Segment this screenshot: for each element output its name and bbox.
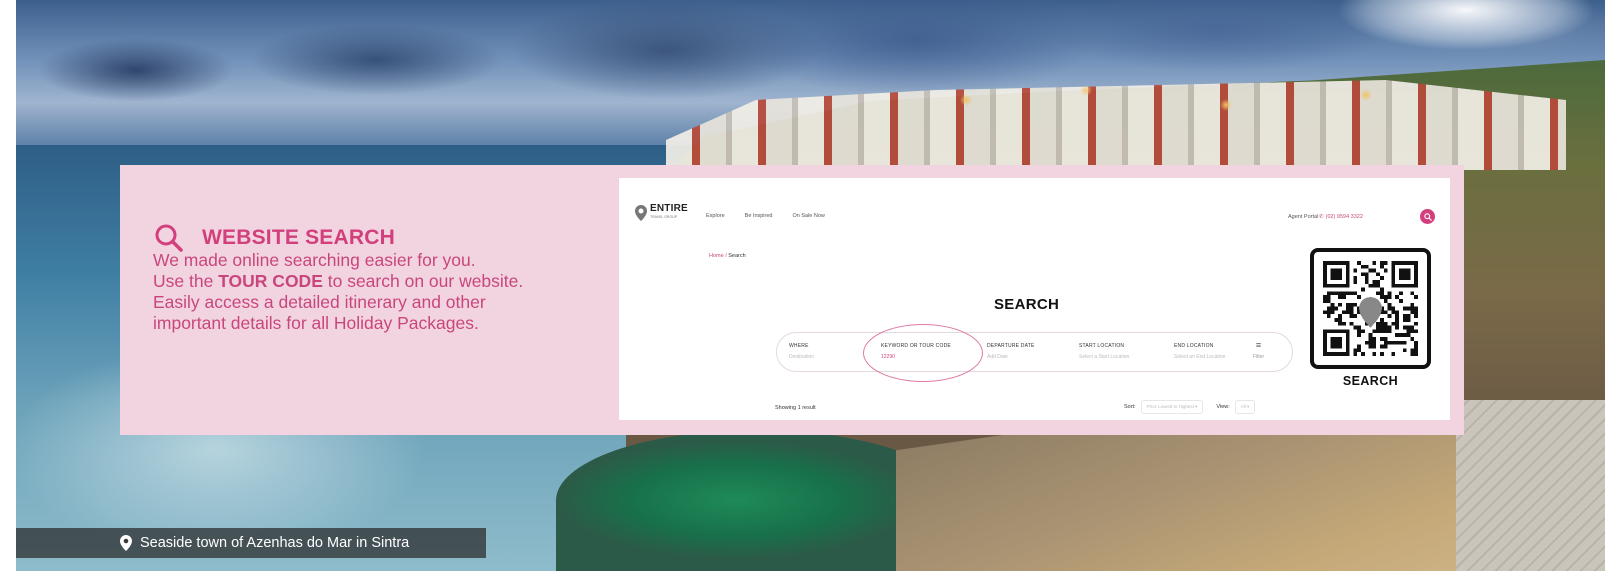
- phone-number: (02) 9594 3322: [1325, 214, 1363, 220]
- description-line-2: Use the TOUR CODE to search on our websi…: [153, 271, 603, 292]
- description-line-4: important details for all Holiday Packag…: [153, 313, 479, 333]
- phone-icon: ✆: [1319, 214, 1324, 220]
- site-logo: ENTIRE TRAVEL GROUP: [635, 204, 688, 222]
- map-pin-icon: [120, 535, 132, 551]
- field-label: DEPARTURE DATE: [987, 343, 1035, 349]
- breadcrumb-home[interactable]: Home: [709, 253, 724, 259]
- sort-label: Sort:: [1124, 404, 1136, 410]
- photo-caption: Seaside town of Azenhas do Mar in Sintra: [16, 528, 486, 558]
- panel-description: We made online searching easier for you.…: [153, 250, 603, 334]
- field-label: START LOCATION: [1079, 343, 1125, 349]
- site-search-button[interactable]: [1420, 209, 1435, 224]
- logo-wordmark: ENTIRE: [650, 203, 688, 214]
- field-value: Select a Start Location: [1079, 354, 1130, 360]
- panel-heading: WEBSITE SEARCH: [154, 223, 395, 253]
- breadcrumb: Home / Search: [709, 253, 746, 259]
- field-value: Add Date: [987, 354, 1008, 360]
- results-count: Showing 1 result: [775, 405, 816, 411]
- nav-on-sale-now[interactable]: On Sale Now: [792, 213, 824, 219]
- filter-icon: ≡: [1255, 340, 1262, 350]
- qr-code[interactable]: [1310, 248, 1431, 369]
- line2-prefix: Use the: [153, 271, 219, 291]
- filter-button[interactable]: ≡ Filter: [1253, 340, 1265, 361]
- search-field-departure-date[interactable]: DEPARTURE DATE Add Date: [987, 343, 1035, 360]
- search-field-start-location[interactable]: START LOCATION Select a Start Location: [1079, 343, 1129, 360]
- field-value: Select an End Location: [1174, 354, 1226, 360]
- breadcrumb-current: Search: [728, 253, 746, 259]
- sort-controls: Sort: Price Lowest to Highest ▾ View: Al…: [1124, 400, 1256, 414]
- description-line-1: We made online searching easier for you.: [153, 250, 476, 270]
- agent-portal-link[interactable]: Agent Portal: [1288, 214, 1318, 220]
- field-label: END LOCATION: [1174, 343, 1214, 349]
- qr-label: SEARCH: [1342, 374, 1399, 388]
- search-icon: [1423, 212, 1432, 221]
- view-select[interactable]: All ▾: [1234, 400, 1256, 414]
- description-line-3: Easily access a detailed itinerary and o…: [153, 292, 486, 312]
- caption-text: Seaside town of Azenhas do Mar in Sintra: [140, 535, 410, 551]
- field-value: Destination: [789, 354, 815, 360]
- search-bar: WHERE Destination KEYWORD OR TOUR CODE 1…: [776, 332, 1293, 372]
- qr-code-image: [1323, 261, 1418, 356]
- sky-glow: [1316, 0, 1605, 60]
- logo-pin-icon: [635, 205, 647, 221]
- search-field-end-location[interactable]: END LOCATION Select an End Location: [1174, 343, 1225, 360]
- nav-be-inspired[interactable]: Be Inspired: [745, 213, 773, 219]
- tour-code-highlight: [863, 324, 983, 382]
- field-label: WHERE: [789, 343, 809, 349]
- view-label: View:: [1216, 404, 1230, 410]
- logo-tagline: TRAVEL GROUP: [650, 215, 678, 219]
- search-field-where[interactable]: WHERE Destination: [789, 343, 814, 360]
- line2-suffix: to search on our website.: [322, 271, 524, 291]
- tour-code-emphasis: TOUR CODE: [218, 271, 323, 291]
- nav-explore[interactable]: Explore: [706, 213, 725, 219]
- search-icon: [155, 224, 183, 252]
- site-nav: Explore Be Inspired On Sale Now: [706, 213, 825, 219]
- panel-title: WEBSITE SEARCH: [202, 226, 395, 249]
- page-title: SEARCH: [994, 296, 1060, 313]
- sort-select[interactable]: Price Lowest to Highest ▾: [1140, 400, 1204, 414]
- stone-walkway: [1456, 400, 1605, 571]
- phone-link[interactable]: ✆ (02) 9594 3322: [1319, 214, 1363, 220]
- filter-label: Filter: [1253, 354, 1265, 360]
